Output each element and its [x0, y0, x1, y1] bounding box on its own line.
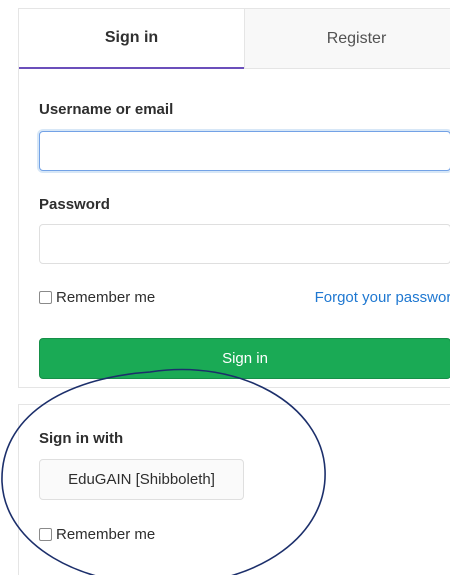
username-label: Username or email	[39, 101, 174, 118]
username-input[interactable]	[39, 131, 450, 171]
edugain-shibboleth-button[interactable]: EduGAIN [Shibboleth]	[39, 459, 244, 500]
sign-in-with-heading: Sign in with	[39, 430, 124, 447]
tab-sign-in[interactable]: Sign in	[19, 9, 244, 69]
omniauth-remember-me-checkbox[interactable]	[39, 528, 52, 541]
login-page: Sign in Register Username or email Passw…	[0, 0, 450, 575]
password-label: Password	[39, 196, 110, 213]
omniauth-card: Sign in with EduGAIN [Shibboleth] Rememb…	[18, 404, 450, 575]
remember-me-label: Remember me	[56, 289, 156, 306]
omniauth-remember-me-row[interactable]: Remember me	[39, 526, 155, 543]
tab-register[interactable]: Register	[244, 9, 450, 69]
password-input[interactable]	[39, 224, 450, 264]
tab-sign-in-label: Sign in	[104, 29, 159, 46]
remember-me-checkbox[interactable]	[39, 291, 52, 304]
omniauth-remember-me-label: Remember me	[56, 526, 156, 543]
remember-me-row[interactable]: Remember me	[39, 289, 155, 306]
forgot-password-link[interactable]: Forgot your password?	[315, 289, 450, 306]
edugain-shibboleth-label: EduGAIN [Shibboleth]	[68, 471, 215, 488]
login-card: Sign in Register Username or email Passw…	[18, 8, 450, 388]
sign-in-button[interactable]: Sign in	[39, 338, 450, 379]
tab-register-label: Register	[326, 29, 387, 47]
sign-in-button-label: Sign in	[222, 350, 268, 367]
login-tabs: Sign in Register	[19, 9, 450, 69]
